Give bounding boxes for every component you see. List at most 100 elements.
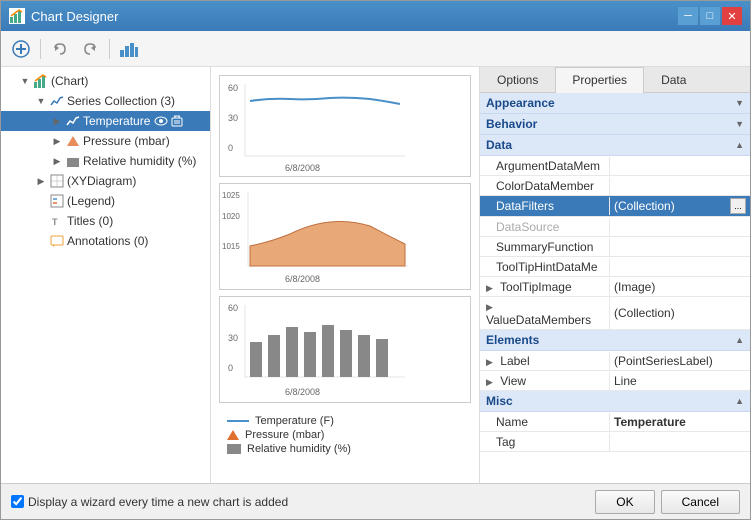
expander-xy: ▶: [33, 173, 49, 189]
wizard-checkbox-label[interactable]: Display a wizard every time a new chart …: [11, 495, 595, 509]
prop-row-tooltiphintdatame[interactable]: ToolTipHintDataMe: [480, 257, 750, 277]
prop-value-name: Temperature: [610, 413, 750, 431]
redo-button[interactable]: [76, 36, 104, 62]
section-behavior-label: Behavior: [486, 117, 537, 131]
tree-label-chart: (Chart): [51, 74, 88, 88]
tree-label-xy-diagram: (XYDiagram): [67, 174, 136, 188]
maximize-button[interactable]: □: [700, 7, 720, 25]
wizard-checkbox-text: Display a wizard every time a new chart …: [28, 495, 288, 509]
section-misc[interactable]: Misc ▲: [480, 391, 750, 412]
tree-item-chart[interactable]: ▼ (Chart): [1, 71, 210, 91]
prop-name-tooltipimage: ▶ ToolTipImage: [480, 278, 610, 296]
prop-value-tooltiphintdatame: [610, 265, 750, 269]
prop-row-argumentdatamem[interactable]: ArgumentDataMem: [480, 156, 750, 176]
legend-label-pressure: Pressure (mbar): [245, 429, 324, 441]
tree-item-titles[interactable]: T Titles (0): [1, 211, 210, 231]
eye-icon[interactable]: [154, 114, 168, 128]
prop-row-datafilters[interactable]: DataFilters (Collection) ...: [480, 196, 750, 217]
expander-chart: ▼: [17, 73, 33, 89]
expander-humidity: ▶: [49, 153, 65, 169]
tree-label-legend: (Legend): [67, 194, 115, 208]
tree-label-series-collection: Series Collection (3): [67, 94, 175, 108]
section-appearance[interactable]: Appearance ▼: [480, 93, 750, 114]
prop-name-argumentdatamem: ArgumentDataMem: [480, 157, 610, 175]
line-chart-preview: 60 30 0 6/8/2008: [219, 75, 471, 177]
prop-row-tooltipimage[interactable]: ▶ ToolTipImage (Image): [480, 277, 750, 297]
expander-titles: [33, 213, 49, 229]
close-button[interactable]: ✕: [722, 7, 742, 25]
tree-label-temperature: Temperature: [83, 114, 150, 128]
rect-icon: [227, 444, 241, 454]
prop-row-colordatamember[interactable]: ColorDataMember: [480, 176, 750, 196]
prop-name-colordatamember: ColorDataMember: [480, 177, 610, 195]
section-data-arrow: ▲: [735, 140, 744, 150]
section-appearance-label: Appearance: [486, 96, 555, 110]
section-data[interactable]: Data ▲: [480, 135, 750, 156]
cancel-button[interactable]: Cancel: [661, 490, 740, 514]
expander-legend: [33, 193, 49, 209]
chart-type-button[interactable]: [115, 36, 143, 62]
undo-button[interactable]: [46, 36, 74, 62]
tree-item-annotations[interactable]: Annotations (0): [1, 231, 210, 251]
tree-action-icons: [154, 114, 184, 128]
prop-row-label[interactable]: ▶ Label (PointSeriesLabel): [480, 351, 750, 371]
svg-text:30: 30: [228, 333, 238, 343]
prop-row-tag[interactable]: Tag: [480, 432, 750, 452]
tooltipimage-label: ToolTipImage: [500, 280, 572, 294]
prop-name-view: ▶ View: [480, 372, 610, 390]
add-button[interactable]: [7, 36, 35, 62]
tree-item-series-collection[interactable]: ▼ Series Collection (3): [1, 91, 210, 111]
delete-icon[interactable]: [170, 114, 184, 128]
label-expander: ▶: [486, 357, 493, 367]
line-chart-svg: 60 30 0 6/8/2008: [220, 76, 415, 176]
prop-row-valuedatamembers[interactable]: ▶ ValueDataMembers (Collection): [480, 297, 750, 330]
main-window: Chart Designer ─ □ ✕: [0, 0, 751, 520]
prop-row-summaryfunction[interactable]: SummaryFunction: [480, 237, 750, 257]
tree-item-xy-diagram[interactable]: ▶ (XYDiagram): [1, 171, 210, 191]
tree-label-titles: Titles (0): [67, 214, 113, 228]
section-elements-label: Elements: [486, 333, 539, 347]
titles-icon: T: [49, 213, 65, 229]
triangle-icon: [227, 430, 239, 440]
section-appearance-arrow: ▼: [735, 98, 744, 108]
legend-label-humidity: Relative humidity (%): [247, 443, 351, 455]
minimize-button[interactable]: ─: [678, 7, 698, 25]
tab-data[interactable]: Data: [644, 67, 703, 92]
tree-item-pressure[interactable]: ▶ Pressure (mbar): [1, 131, 210, 151]
valuedatamembers-expander: ▶: [486, 302, 493, 312]
prop-row-view[interactable]: ▶ View Line: [480, 371, 750, 391]
annotations-icon: [49, 233, 65, 249]
prop-value-valuedatamembers: (Collection): [610, 304, 750, 322]
tab-options[interactable]: Options: [480, 67, 555, 92]
legend-label-temperature: Temperature (F): [255, 415, 334, 427]
tree-item-legend[interactable]: (Legend): [1, 191, 210, 211]
ok-button[interactable]: OK: [595, 490, 654, 514]
datafilters-value-text: (Collection): [614, 199, 675, 213]
prop-value-summaryfunction: [610, 245, 750, 249]
section-behavior[interactable]: Behavior ▼: [480, 114, 750, 135]
prop-name-datasource: DataSource: [480, 218, 610, 236]
section-misc-arrow: ▲: [735, 396, 744, 406]
right-panel: Options Properties Data Appearance ▼ Beh…: [480, 67, 750, 483]
svg-text:6/8/2008: 6/8/2008: [285, 274, 320, 284]
window-controls: ─ □ ✕: [678, 7, 742, 25]
wizard-checkbox[interactable]: [11, 495, 24, 508]
tab-properties[interactable]: Properties: [555, 67, 644, 93]
legend-item-pressure: Pressure (mbar): [227, 429, 463, 441]
legend-item-temperature: Temperature (F): [227, 415, 463, 427]
legend-icon: [49, 193, 65, 209]
main-content: ▼ (Chart) ▼: [1, 67, 750, 483]
bottom-bar: Display a wizard every time a new chart …: [1, 483, 750, 519]
legend-item-humidity: Relative humidity (%): [227, 443, 463, 455]
tree-item-temperature[interactable]: ▶ Temperature: [1, 111, 210, 131]
series-collection-icon: [49, 93, 65, 109]
tree-item-humidity[interactable]: ▶ Relative humidity (%): [1, 151, 210, 171]
area-chart-svg: 1025 1020 1015 6/8/2008: [220, 184, 415, 289]
xy-diagram-icon: [49, 173, 65, 189]
datafilters-edit-button[interactable]: ...: [730, 198, 746, 214]
prop-row-name[interactable]: Name Temperature: [480, 412, 750, 432]
title-bar: Chart Designer ─ □ ✕: [1, 1, 750, 31]
section-elements[interactable]: Elements ▲: [480, 330, 750, 351]
prop-value-datafilters: (Collection) ...: [610, 196, 750, 216]
prop-value-datasource: [610, 225, 750, 229]
